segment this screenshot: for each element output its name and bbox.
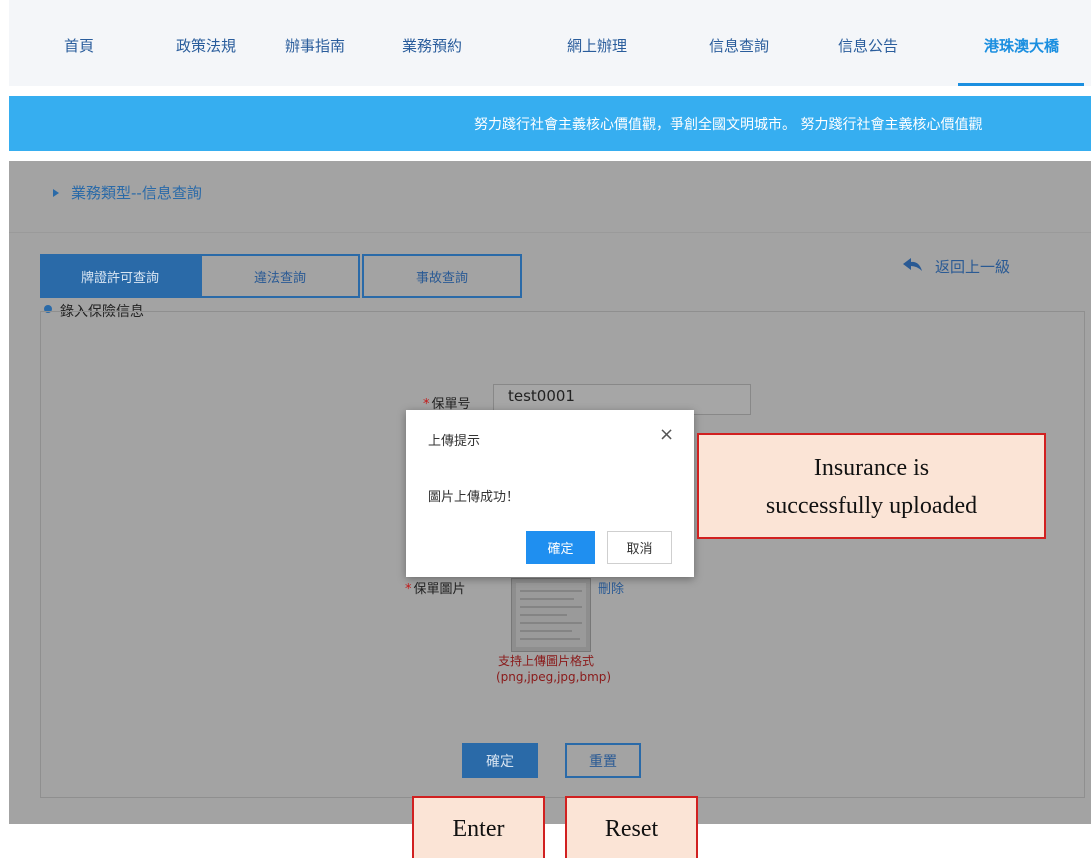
upload-dialog: 上傳提示 × 圖片上傳成功！ 確定 取消 <box>406 410 694 577</box>
tab-accident-query[interactable]: 事故查詢 <box>362 254 522 298</box>
nav-active-indicator <box>958 83 1084 86</box>
nav-item-guide[interactable]: 辦事指南 <box>285 35 345 56</box>
nav-item-hzmb[interactable]: 港珠澳大橋 <box>984 35 1059 56</box>
annotation-line: Insurance is <box>813 455 930 481</box>
back-link[interactable]: 返回上一級 <box>935 256 1010 277</box>
policy-image-label: * 保單圖片 <box>405 582 466 597</box>
banner-text: 努力踐行社會主義核心價值觀，爭創全國文明城市。 努力踐行社會主義核心價值觀 <box>474 117 983 133</box>
supported-formats-list: (png,jpeg,jpg,bmp) <box>496 670 612 684</box>
dialog-title: 上傳提示 <box>428 434 481 449</box>
nav-item-query[interactable]: 信息查詢 <box>709 35 769 56</box>
nav-item-notice[interactable]: 信息公告 <box>838 35 898 56</box>
annotation-line: successfully uploaded <box>765 493 978 519</box>
reset-button[interactable]: 重置 <box>565 743 641 778</box>
document-thumbnail-icon <box>516 583 586 647</box>
tab-license-query[interactable]: 牌證許可查詢 <box>40 254 200 298</box>
nav-item-policy[interactable]: 政策法規 <box>176 35 236 56</box>
supported-formats-text: 支持上傳圖片格式 <box>498 654 595 668</box>
delete-image-link[interactable]: 刪除 <box>598 578 624 597</box>
annotation-enter: Enter <box>412 796 545 858</box>
close-icon[interactable]: × <box>659 424 674 445</box>
tab-violation-query[interactable]: 違法查詢 <box>200 254 360 298</box>
nav-item-home[interactable]: 首頁 <box>64 35 94 56</box>
nav-item-booking[interactable]: 業務預約 <box>402 35 462 56</box>
annotation-reset: Reset <box>565 796 698 858</box>
dialog-message: 圖片上傳成功！ <box>428 490 520 505</box>
breadcrumb-divider <box>9 232 1091 233</box>
back-arrow-icon[interactable] <box>903 258 923 272</box>
required-marker: * <box>405 582 412 597</box>
top-nav: 首頁 政策法規 辦事指南 業務預約 網上辦理 信息查詢 信息公告 港珠澳大橋 <box>9 0 1091 86</box>
annotation-upload-success: Insurance is successfully uploaded <box>697 433 1046 539</box>
breadcrumb: 業務類型--信息查詢 <box>71 184 202 202</box>
confirm-button[interactable]: 確定 <box>462 743 538 778</box>
breadcrumb-arrow-icon <box>53 189 59 197</box>
marquee-banner: 努力踐行社會主義核心價值觀，爭創全國文明城市。 努力踐行社會主義核心價值觀 <box>9 96 1091 151</box>
policy-image-thumbnail[interactable] <box>511 578 591 652</box>
dialog-cancel-button[interactable]: 取消 <box>607 531 672 564</box>
dialog-ok-button[interactable]: 確定 <box>526 531 595 564</box>
nav-item-online[interactable]: 網上辦理 <box>567 35 627 56</box>
